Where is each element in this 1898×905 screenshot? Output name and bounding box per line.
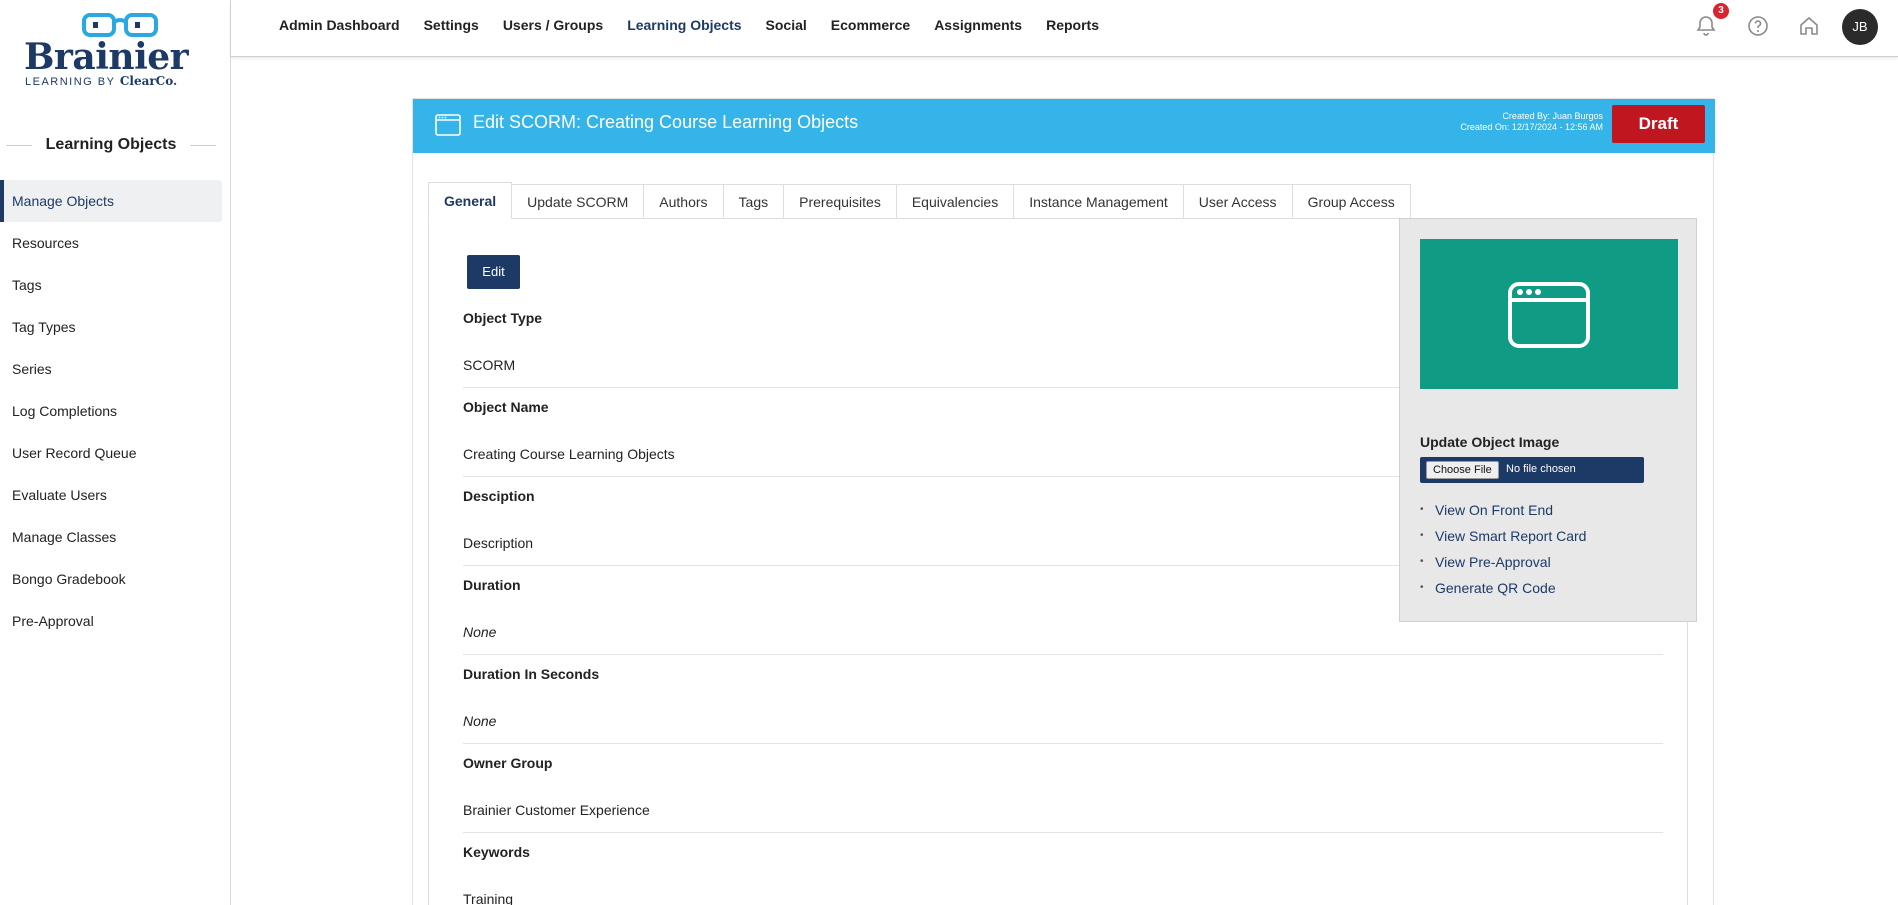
list-item: Generate QR Code — [1420, 575, 1586, 601]
list-item: View On Front End — [1420, 497, 1586, 523]
field-label: Object Type — [463, 310, 543, 326]
nav-users-groups[interactable]: Users / Groups — [503, 17, 603, 33]
field-value: Training — [463, 891, 514, 905]
nav-social[interactable]: Social — [766, 17, 807, 33]
field-label: Duration In Seconds — [463, 666, 600, 682]
field-value: None — [463, 713, 497, 729]
sidebar-item-log-completions[interactable]: Log Completions — [0, 390, 222, 432]
divider — [6, 144, 32, 146]
sidebar-title: Learning Objects — [45, 136, 177, 153]
glasses-icon — [82, 13, 158, 37]
notification-badge: 3 — [1713, 3, 1729, 19]
field-label: Duration — [463, 577, 521, 593]
sidebar-item-pre-approval[interactable]: Pre-Approval — [0, 600, 222, 642]
tab-authors[interactable]: Authors — [644, 184, 724, 219]
nav-assignments[interactable]: Assignments — [934, 17, 1022, 33]
sidebar-item-user-record-queue[interactable]: User Record Queue — [0, 432, 222, 474]
user-avatar[interactable]: JB — [1842, 9, 1878, 45]
field-value: None — [463, 624, 497, 640]
top-nav: Admin Dashboard Settings Users / Groups … — [279, 0, 1123, 50]
image-file-input[interactable]: Choose File No file chosen — [1420, 457, 1644, 483]
list-item: View Smart Report Card — [1420, 523, 1586, 549]
brand-tagline: LEARNING BY ClearCo. — [25, 74, 177, 88]
view-smart-report-card-link[interactable]: View Smart Report Card — [1435, 528, 1586, 544]
sidebar-menu: Manage Objects Resources Tags Tag Types … — [0, 180, 222, 642]
sidebar-item-tag-types[interactable]: Tag Types — [0, 306, 222, 348]
sidebar-item-series[interactable]: Series — [0, 348, 222, 390]
brand-tagline-text: LEARNING BY — [25, 76, 116, 88]
tab-update-scorm[interactable]: Update SCORM — [512, 184, 645, 219]
nav-ecommerce[interactable]: Ecommerce — [831, 17, 910, 33]
tab-equivalencies[interactable]: Equivalencies — [896, 184, 1015, 219]
view-pre-approval-link[interactable]: View Pre-Approval — [1435, 554, 1551, 570]
tab-user-access[interactable]: User Access — [1183, 184, 1293, 219]
tab-group-access[interactable]: Group Access — [1292, 184, 1411, 219]
view-front-end-link[interactable]: View On Front End — [1435, 502, 1553, 518]
edit-button[interactable]: Edit — [467, 255, 520, 289]
help-circle-icon[interactable] — [1746, 14, 1770, 38]
tab-tags[interactable]: Tags — [723, 184, 785, 219]
divider — [190, 144, 217, 146]
sidebar-section-header: Learning Objects — [6, 134, 217, 156]
brainier-logo[interactable]: Brainier LEARNING BY ClearCo. — [22, 12, 202, 88]
nav-reports[interactable]: Reports — [1046, 17, 1099, 33]
card-header: Edit SCORM: Creating Course Learning Obj… — [413, 99, 1715, 153]
bell-icon[interactable] — [1694, 14, 1718, 38]
tab-bar: General Update SCORM Authors Tags Prereq… — [428, 182, 1411, 219]
created-by: Created By: Juan Burgos — [1502, 111, 1603, 121]
sidebar-item-evaluate-users[interactable]: Evaluate Users — [0, 474, 222, 516]
home-icon[interactable] — [1797, 14, 1821, 38]
field-label: Keywords — [463, 844, 530, 860]
object-image-panel: Update Object Image Choose File No file … — [1399, 218, 1697, 622]
divider — [463, 654, 1663, 655]
divider — [463, 743, 1663, 744]
field-value: SCORM — [463, 357, 516, 373]
update-image-label: Update Object Image — [1420, 434, 1560, 450]
sidebar: Brainier LEARNING BY ClearCo. Learning O… — [0, 0, 231, 905]
sidebar-item-manage-classes[interactable]: Manage Classes — [0, 516, 222, 558]
created-meta: Created By: Juan Burgos Created On: 12/1… — [1460, 111, 1603, 133]
nav-admin-dashboard[interactable]: Admin Dashboard — [279, 17, 400, 33]
window-icon — [435, 114, 461, 136]
draft-status-button[interactable]: Draft — [1612, 105, 1705, 143]
field-label: Object Name — [463, 399, 549, 415]
object-actions-list: View On Front End View Smart Report Card… — [1420, 497, 1586, 601]
choose-file-button[interactable]: Choose File — [1426, 461, 1499, 479]
sidebar-item-manage-objects[interactable]: Manage Objects — [0, 180, 222, 222]
sidebar-item-resources[interactable]: Resources — [0, 222, 222, 264]
nav-settings[interactable]: Settings — [424, 17, 479, 33]
field-label: Desciption — [463, 488, 535, 504]
field-value: Creating Course Learning Objects — [463, 446, 675, 462]
brand-tagline-brand: ClearCo. — [119, 74, 178, 88]
top-navigation-bar: Admin Dashboard Settings Users / Groups … — [231, 0, 1898, 57]
page-title: Edit SCORM: Creating Course Learning Obj… — [473, 112, 859, 132]
brand-name: Brainier — [24, 36, 189, 78]
sidebar-item-tags[interactable]: Tags — [0, 264, 222, 306]
generate-qr-code-link[interactable]: Generate QR Code — [1435, 580, 1556, 596]
browser-window-icon — [1508, 282, 1590, 348]
field-label: Owner Group — [463, 755, 553, 771]
tab-instance-management[interactable]: Instance Management — [1014, 184, 1184, 219]
tab-prerequisites[interactable]: Prerequisites — [784, 184, 897, 219]
field-value: Description — [463, 535, 534, 551]
created-on: Created On: 12/17/2024 - 12:56 AM — [1460, 122, 1603, 132]
tab-general[interactable]: General — [428, 182, 513, 219]
field-value: Brainier Customer Experience — [463, 802, 650, 818]
file-status-text: No file chosen — [1506, 463, 1576, 475]
object-image — [1420, 239, 1678, 389]
list-item: View Pre-Approval — [1420, 549, 1586, 575]
nav-learning-objects[interactable]: Learning Objects — [627, 17, 741, 33]
sidebar-item-bongo-gradebook[interactable]: Bongo Gradebook — [0, 558, 222, 600]
divider — [463, 832, 1663, 833]
